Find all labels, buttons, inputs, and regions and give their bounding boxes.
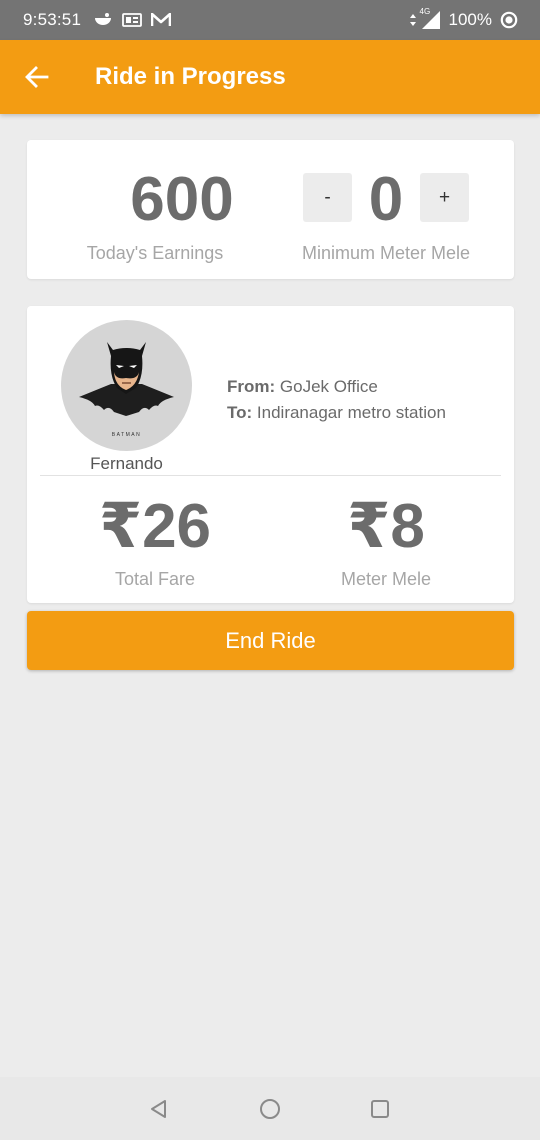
recents-square-icon <box>371 1100 389 1118</box>
back-button[interactable] <box>22 62 52 92</box>
divider <box>40 475 501 476</box>
back-triangle-icon <box>151 1100 166 1118</box>
data-arrows-icon <box>409 13 417 27</box>
nav-home-button[interactable] <box>257 1096 283 1122</box>
status-left: 9:53:51 <box>23 10 172 30</box>
end-ride-button[interactable]: End Ride <box>27 611 514 670</box>
arrow-left-icon <box>25 66 49 88</box>
app-bar: Ride in Progress <box>0 40 540 114</box>
route-info: From: GoJek Office To: Indiranagar metro… <box>227 374 446 426</box>
meter-mele-value: ₹8 <box>347 492 425 561</box>
to-label: To: <box>227 403 253 422</box>
increment-button[interactable]: + <box>420 173 469 222</box>
network-label: 4G <box>419 7 431 16</box>
page-title: Ride in Progress <box>95 63 286 90</box>
minimum-meter-value: 0 <box>368 165 404 234</box>
nav-back-button[interactable] <box>146 1096 172 1122</box>
status-bar: 9:53:51 4G 100% <box>0 0 540 40</box>
to-line: To: Indiranagar metro station <box>227 400 446 426</box>
minimum-meter-label: Minimum Meter Mele <box>301 243 471 263</box>
signal-icon: 4G <box>419 7 441 30</box>
navigation-bar <box>0 1077 540 1140</box>
avatar: BATMAN <box>61 320 192 451</box>
battery-percent: 100% <box>448 10 492 29</box>
status-right: 4G 100% <box>409 0 518 40</box>
from-value: GoJek Office <box>279 377 378 396</box>
total-fare-label: Total Fare <box>114 569 196 589</box>
rider-name: Fernando <box>90 454 163 473</box>
status-time: 9:53:51 <box>23 10 82 29</box>
earnings-label: Today's Earnings <box>86 243 224 263</box>
message-icon <box>122 13 143 27</box>
meter-mele-label: Meter Mele <box>340 569 432 589</box>
notification-icon <box>93 12 113 28</box>
avatar-caption: BATMAN <box>111 432 142 438</box>
earnings-value: 600 <box>130 165 234 234</box>
nav-recents-button[interactable] <box>367 1096 393 1122</box>
from-line: From: GoJek Office <box>227 374 446 400</box>
total-fare-value: ₹26 <box>98 492 212 561</box>
home-circle-icon <box>260 1099 280 1119</box>
gmail-icon <box>151 13 172 27</box>
from-label: From: <box>227 377 276 396</box>
to-value: Indiranagar metro station <box>256 403 446 422</box>
data-saver-icon <box>500 11 518 29</box>
earnings-card: 600 Today's Earnings - 0 + Minimum Meter… <box>27 140 514 279</box>
ride-card: BATMAN Fernando From: GoJek Office To: I… <box>27 306 514 603</box>
decrement-button[interactable]: - <box>303 173 352 222</box>
